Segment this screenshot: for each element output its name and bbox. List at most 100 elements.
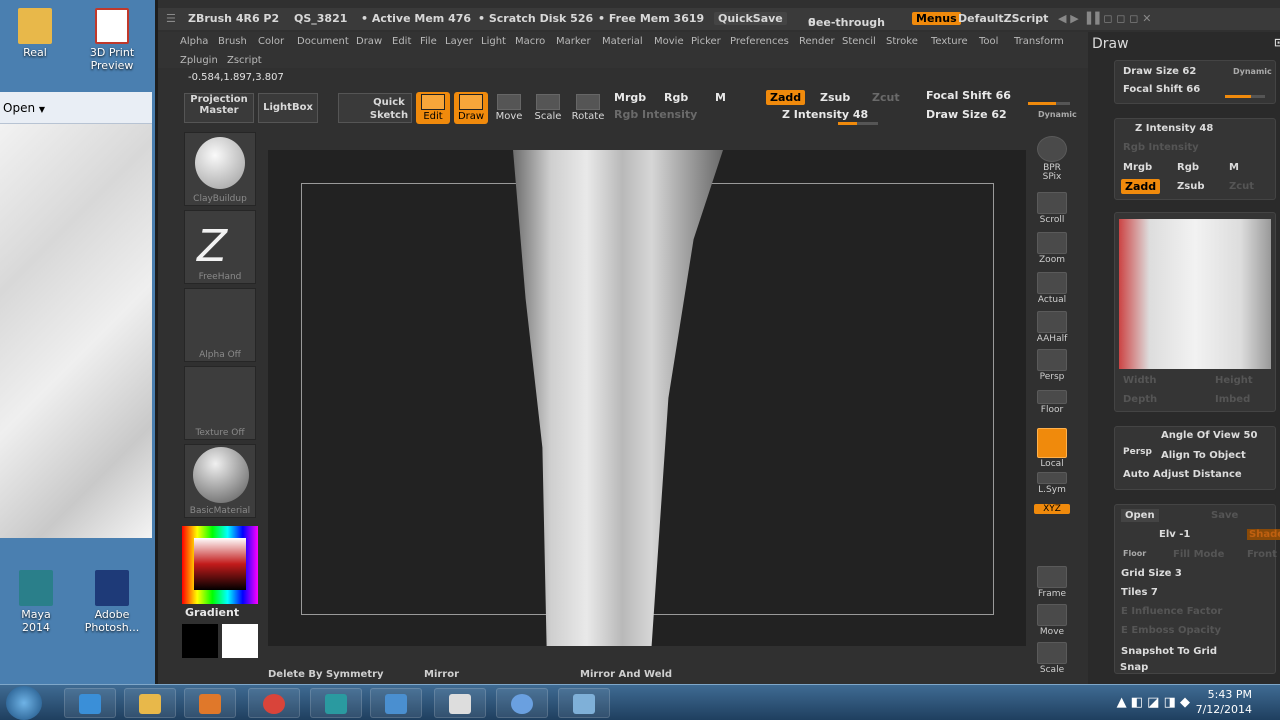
palette-align-to-object[interactable]: Align To Object bbox=[1161, 450, 1246, 461]
move-view-button[interactable]: Move bbox=[1034, 604, 1070, 637]
lightbox-button[interactable]: LightBox bbox=[258, 93, 318, 123]
z-intensity-slider[interactable]: Z Intensity 48 bbox=[782, 108, 868, 121]
menu-zscript[interactable]: Zscript bbox=[227, 55, 262, 66]
palette-floor[interactable]: Floor bbox=[1123, 549, 1146, 558]
local-button[interactable]: Local bbox=[1034, 428, 1070, 469]
menu-stroke[interactable]: Stroke bbox=[886, 36, 918, 47]
palette-auto-adjust[interactable]: Auto Adjust Distance bbox=[1123, 469, 1242, 480]
palette-draw-size[interactable]: Draw Size 62 bbox=[1123, 66, 1196, 77]
texture-thumbnail[interactable]: Texture Off bbox=[184, 366, 256, 440]
viewer-open-button[interactable]: Open ▼ bbox=[3, 101, 45, 115]
palette-m[interactable]: M bbox=[1229, 162, 1239, 173]
taskbar-window-manager[interactable] bbox=[558, 688, 610, 718]
palette-zsub[interactable]: Zsub bbox=[1177, 181, 1204, 192]
menu-zplugin[interactable]: Zplugin bbox=[180, 55, 218, 66]
taskbar-chrome[interactable] bbox=[248, 688, 300, 718]
palette-focal-shift[interactable]: Focal Shift 66 bbox=[1123, 84, 1200, 95]
document-canvas[interactable] bbox=[268, 150, 1026, 646]
alpha-thumbnail[interactable]: Alpha Off bbox=[184, 288, 256, 362]
close-icon[interactable]: ⊡ bbox=[1274, 36, 1280, 49]
menu-tool[interactable]: Tool bbox=[979, 36, 998, 47]
z-intensity-track[interactable] bbox=[838, 122, 878, 125]
xyz-button[interactable]: XYZ bbox=[1034, 504, 1070, 514]
mirror-and-weld-button[interactable]: Mirror And Weld bbox=[580, 669, 672, 680]
window-controls-icon[interactable]: ◀ ▶ ▐▐ ◻ ◻ ◻ ✕ bbox=[1058, 12, 1151, 25]
menu-material[interactable]: Material bbox=[602, 36, 643, 47]
desktop-icon-photoshop[interactable]: Adobe Photosh... bbox=[82, 570, 142, 634]
menu-document[interactable]: Document bbox=[297, 36, 349, 47]
color-picker[interactable] bbox=[182, 526, 258, 604]
palette-snap[interactable]: Snap bbox=[1120, 662, 1148, 673]
palette-shade[interactable]: Shade bbox=[1247, 529, 1280, 540]
aahalf-button[interactable]: AAHalf bbox=[1034, 311, 1070, 344]
scroll-button[interactable]: Scroll bbox=[1034, 192, 1070, 225]
menu-picker[interactable]: Picker bbox=[691, 36, 721, 47]
rgb-intensity-slider[interactable]: Rgb Intensity bbox=[614, 108, 697, 121]
scale-button[interactable]: Scale bbox=[531, 92, 565, 124]
tray-icons[interactable]: ▲ ◧ ◪ ◨ ◆ bbox=[1117, 695, 1190, 710]
main-color-swatch[interactable] bbox=[222, 624, 258, 658]
zcut-toggle[interactable]: Zcut bbox=[872, 91, 900, 104]
palette-persp[interactable]: Persp bbox=[1123, 447, 1152, 457]
palette-depth[interactable]: Depth bbox=[1123, 394, 1157, 405]
menu-texture[interactable]: Texture bbox=[931, 36, 968, 47]
palette-rgb-intensity[interactable]: Rgb Intensity bbox=[1123, 142, 1199, 153]
palette-imbed[interactable]: Imbed bbox=[1215, 394, 1250, 405]
start-button[interactable] bbox=[6, 686, 42, 720]
rgb-toggle[interactable]: Rgb bbox=[664, 91, 688, 104]
desktop-icon-maya[interactable]: Maya 2014 bbox=[6, 570, 66, 634]
zsub-toggle[interactable]: Zsub bbox=[820, 91, 850, 104]
palette-save-button[interactable]: Save bbox=[1211, 510, 1238, 521]
menu-alpha[interactable]: Alpha bbox=[180, 36, 208, 47]
move-button[interactable]: Move bbox=[492, 92, 526, 124]
secondary-color-swatch[interactable] bbox=[182, 624, 218, 658]
menu-render[interactable]: Render bbox=[799, 36, 835, 47]
dynamic-toggle[interactable]: Dynamic bbox=[1038, 110, 1077, 119]
taskbar-zbrush[interactable] bbox=[434, 688, 486, 718]
menu-file[interactable]: File bbox=[420, 36, 437, 47]
edit-button[interactable]: Edit bbox=[416, 92, 450, 124]
color-square[interactable] bbox=[194, 538, 246, 590]
menu-transform[interactable]: Transform bbox=[1014, 36, 1064, 47]
menu-preferences[interactable]: Preferences bbox=[730, 36, 789, 47]
palette-focal-track[interactable] bbox=[1225, 95, 1265, 98]
scale-view-button[interactable]: Scale bbox=[1034, 642, 1070, 675]
material-thumbnail[interactable]: BasicMaterial bbox=[184, 444, 256, 518]
desktop-icon-real[interactable]: Real bbox=[5, 8, 65, 59]
menu-edit[interactable]: Edit bbox=[392, 36, 411, 47]
desktop-icon-3d-print[interactable]: 3D Print Preview bbox=[82, 8, 142, 72]
menu-marker[interactable]: Marker bbox=[556, 36, 591, 47]
taskbar-ie[interactable] bbox=[64, 688, 116, 718]
quicksave-button[interactable]: QuickSave bbox=[714, 12, 787, 25]
focal-shift-track[interactable] bbox=[1028, 102, 1070, 105]
taskbar-explorer[interactable] bbox=[124, 688, 176, 718]
draw-size-slider[interactable]: Draw Size 62 bbox=[926, 108, 1007, 121]
palette-width[interactable]: Width bbox=[1123, 375, 1157, 386]
taskbar-flower-app[interactable] bbox=[496, 688, 548, 718]
taskbar-maya[interactable] bbox=[310, 688, 362, 718]
system-clock[interactable]: 5:43 PM 7/12/2014 bbox=[1196, 687, 1252, 717]
palette-e-opacity[interactable]: E Emboss Opacity bbox=[1121, 625, 1221, 636]
gradient-toggle[interactable]: Gradient bbox=[185, 606, 239, 619]
menu-layer[interactable]: Layer bbox=[445, 36, 473, 47]
mirror-button[interactable]: Mirror bbox=[424, 669, 459, 680]
actual-button[interactable]: Actual bbox=[1034, 272, 1070, 305]
palette-mrgb[interactable]: Mrgb bbox=[1123, 162, 1152, 173]
palette-front[interactable]: Front bbox=[1247, 549, 1277, 560]
draw-button[interactable]: Draw bbox=[454, 92, 488, 124]
delete-by-symmetry-button[interactable]: Delete By Symmetry bbox=[268, 669, 384, 680]
menu-color[interactable]: Color bbox=[258, 36, 284, 47]
quick-sketch-button[interactable]: Quick Sketch bbox=[338, 93, 412, 123]
palette-zcut[interactable]: Zcut bbox=[1229, 181, 1254, 192]
bpr-button[interactable]: BPR bbox=[1034, 136, 1070, 173]
menu-draw[interactable]: Draw bbox=[356, 36, 382, 47]
palette-dynamic[interactable]: Dynamic bbox=[1233, 67, 1272, 76]
taskbar-photo-viewer[interactable] bbox=[370, 688, 422, 718]
taskbar-media[interactable] bbox=[184, 688, 236, 718]
spix-button[interactable]: SPix bbox=[1034, 172, 1070, 182]
palette-fill-mode[interactable]: Fill Mode bbox=[1173, 549, 1224, 560]
palette-tiles[interactable]: Tiles 7 bbox=[1121, 587, 1158, 598]
stroke-thumbnail[interactable]: Z FreeHand bbox=[184, 210, 256, 284]
projection-master-button[interactable]: Projection Master bbox=[184, 93, 254, 123]
menu-brush[interactable]: Brush bbox=[218, 36, 247, 47]
